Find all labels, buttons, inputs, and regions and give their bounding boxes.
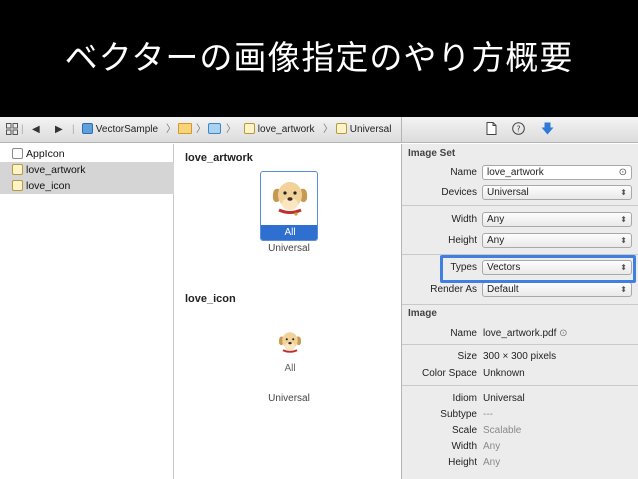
chevron-right-icon: 〉	[166, 124, 176, 135]
svg-text:?: ?	[516, 125, 520, 134]
project-icon	[82, 123, 93, 134]
asset-list: AppIcon love_artwork love_icon	[0, 144, 174, 479]
breadcrumb-image-set[interactable]: love_artwork	[244, 123, 314, 137]
inspector-tab-bar: ?	[401, 117, 638, 143]
render-as-label: Render As	[430, 284, 477, 295]
divider: |	[72, 124, 75, 135]
name-field[interactable]: love_artwork ⊙	[482, 165, 632, 180]
list-item[interactable]: AppIcon	[0, 146, 174, 162]
image-set-icon	[12, 180, 23, 191]
divider	[402, 304, 638, 305]
devices-label: Devices	[441, 187, 477, 198]
divider	[402, 205, 638, 206]
height-label: Height	[448, 235, 477, 246]
forward-arrow-icon[interactable]: ▶	[55, 123, 63, 137]
scale-value: Scalable	[483, 425, 522, 436]
dog-image	[272, 182, 308, 216]
render-as-select[interactable]: Default ⬍	[482, 282, 632, 297]
slot-label: Universal	[268, 393, 310, 404]
subtype-value: ---	[483, 409, 493, 420]
image-set-title: love_artwork	[185, 152, 253, 164]
file-inspector-icon[interactable]	[486, 122, 497, 138]
types-label: Types	[450, 262, 477, 273]
xcode-window: | ◀ ▶ | VectorSample 〉 〉 〉 love_artwork …	[0, 117, 638, 479]
folder-icon	[178, 123, 192, 134]
list-item[interactable]: love_artwork	[0, 162, 174, 178]
asset-canvas: love_artwork All Universal love_icon All…	[175, 144, 401, 479]
stepper-arrows-icon: ⬍	[620, 263, 627, 272]
grid-icon[interactable]	[6, 123, 18, 140]
height-select[interactable]: Any ⬍	[482, 233, 632, 248]
stepper-arrows-icon: ⬍	[620, 188, 627, 197]
attributes-inspector: Image Set Name love_artwork ⊙ Devices Un…	[401, 144, 638, 479]
stepper-arrows-icon: ⬍	[620, 236, 627, 245]
jump-bar: | ◀ ▶ | VectorSample 〉 〉 〉 love_artwork …	[0, 117, 401, 143]
stepper-arrows-icon: ⬍	[620, 285, 627, 294]
slot-label: Universal	[268, 243, 310, 254]
slide-title: ベクターの画像指定のやり方概要	[0, 0, 638, 115]
divider	[402, 254, 638, 255]
slot-badge: All	[284, 363, 296, 374]
image-set-icon	[336, 123, 347, 134]
chevron-right-icon: 〉	[196, 124, 206, 135]
divider: |	[21, 124, 24, 135]
list-item[interactable]: love_icon	[0, 178, 174, 194]
help-icon[interactable]: ?	[512, 122, 525, 138]
section-title: Image	[408, 308, 437, 319]
chevron-right-icon: 〉	[226, 124, 236, 135]
image-slot[interactable]: All	[260, 316, 318, 386]
devices-select[interactable]: Universal ⬍	[482, 185, 632, 200]
dog-image	[278, 332, 302, 353]
color-space-label: Color Space	[421, 368, 477, 379]
breadcrumb-asset-catalog[interactable]	[208, 123, 221, 137]
color-space-value: Unknown	[483, 368, 525, 379]
section-title: Image Set	[408, 148, 456, 159]
size-value: 300 × 300 pixels	[483, 351, 557, 362]
breadcrumb-folder[interactable]	[178, 123, 192, 137]
breadcrumb-slot[interactable]: Universal	[336, 123, 391, 137]
reveal-arrow-icon[interactable]: ⊙	[559, 328, 567, 339]
go-arrow-icon[interactable]: ⊙	[619, 166, 627, 179]
app-icon-set-icon	[12, 148, 23, 159]
idiom-value: Universal	[483, 393, 525, 404]
types-select[interactable]: Vectors ⬍	[482, 260, 632, 275]
stepper-arrows-icon: ⬍	[620, 215, 627, 224]
image-width-label: Width	[451, 441, 477, 452]
idiom-label: Idiom	[452, 393, 477, 404]
image-name-value: love_artwork.pdf ⊙	[483, 328, 568, 339]
image-set-title: love_icon	[185, 293, 236, 305]
name-label: Name	[450, 167, 477, 178]
image-name-label: Name	[450, 328, 477, 339]
divider	[402, 385, 638, 386]
asset-catalog-icon	[208, 123, 221, 134]
image-slot[interactable]: All	[260, 171, 318, 241]
back-arrow-icon[interactable]: ◀	[32, 123, 40, 137]
width-select[interactable]: Any ⬍	[482, 212, 632, 227]
subtype-label: Subtype	[440, 409, 477, 420]
chevron-right-icon: 〉	[323, 124, 333, 135]
divider	[402, 344, 638, 345]
attributes-inspector-icon[interactable]	[541, 122, 554, 138]
image-height-label: Height	[448, 457, 477, 468]
scale-label: Scale	[451, 425, 477, 436]
size-label: Size	[457, 351, 477, 362]
image-width-value: Any	[483, 441, 501, 452]
width-label: Width	[451, 214, 477, 225]
image-set-icon	[244, 123, 255, 134]
image-height-value: Any	[483, 457, 501, 468]
breadcrumb-project[interactable]: VectorSample	[82, 123, 158, 137]
slot-badge: All	[261, 225, 317, 240]
image-set-icon	[12, 164, 23, 175]
